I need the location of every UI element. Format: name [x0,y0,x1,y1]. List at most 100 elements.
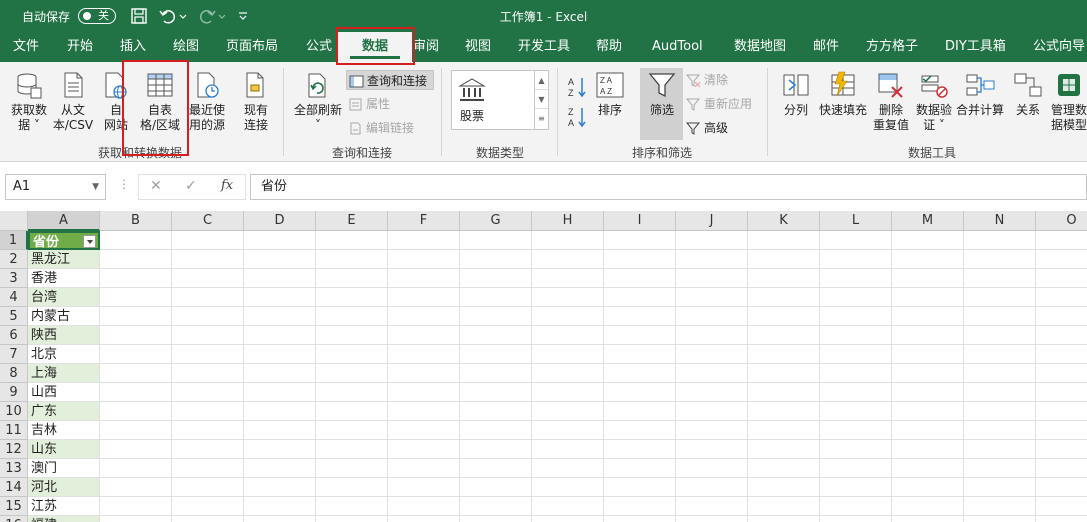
empty-cell[interactable] [100,383,172,402]
empty-cell[interactable] [100,497,172,516]
row-header-6[interactable]: 6 [0,326,28,345]
row-header-1[interactable]: 1 [0,231,28,250]
empty-cell[interactable] [820,326,892,345]
empty-cell[interactable] [100,478,172,497]
row-header-4[interactable]: 4 [0,288,28,307]
empty-cell[interactable] [532,250,604,269]
empty-cell[interactable] [532,288,604,307]
empty-cell[interactable] [100,516,172,522]
empty-cell[interactable] [604,345,676,364]
row-header-13[interactable]: 13 [0,459,28,478]
empty-cell[interactable] [604,440,676,459]
sort-button[interactable]: Z A A Z 排序 [594,70,626,118]
empty-cell[interactable] [460,421,532,440]
empty-cell[interactable] [244,288,316,307]
empty-cell[interactable] [820,345,892,364]
empty-cell[interactable] [748,288,820,307]
table-cell[interactable]: 澳门 [28,459,100,478]
redo-dropdown-icon[interactable] [217,6,227,26]
manage-data-model-button[interactable]: 管理数 据模型 [1049,70,1087,133]
empty-cell[interactable] [532,307,604,326]
table-cell[interactable]: 黑龙江 [28,250,100,269]
empty-cell[interactable] [532,497,604,516]
empty-cell[interactable] [1036,421,1087,440]
empty-cell[interactable] [388,269,460,288]
column-header-l[interactable]: L [820,211,892,231]
empty-cell[interactable] [604,326,676,345]
column-header-a[interactable]: A [28,211,100,231]
empty-cell[interactable] [676,231,748,250]
empty-cell[interactable] [820,250,892,269]
empty-cell[interactable] [316,269,388,288]
empty-cell[interactable] [892,364,964,383]
empty-cell[interactable] [532,326,604,345]
empty-cell[interactable] [172,250,244,269]
empty-cell[interactable] [100,440,172,459]
sort-za-icon[interactable]: ZA [567,106,589,128]
empty-cell[interactable] [316,364,388,383]
advanced-filter-button[interactable]: 高级 [684,118,728,138]
tab-data-map[interactable]: 数据地图 [734,32,786,62]
empty-cell[interactable] [1036,459,1087,478]
empty-cell[interactable] [316,497,388,516]
empty-cell[interactable] [748,307,820,326]
column-header-h[interactable]: H [532,211,604,231]
empty-cell[interactable] [388,231,460,250]
tab-ffcell[interactable]: 方方格子 [866,32,918,62]
empty-cell[interactable] [676,383,748,402]
empty-cell[interactable] [172,269,244,288]
empty-cell[interactable] [388,440,460,459]
empty-cell[interactable] [964,516,1036,522]
empty-cell[interactable] [388,497,460,516]
empty-cell[interactable] [532,231,604,250]
empty-cell[interactable] [892,231,964,250]
properties-button[interactable]: 属性 [346,94,390,114]
empty-cell[interactable] [316,345,388,364]
empty-cell[interactable] [892,497,964,516]
table-cell[interactable]: 山东 [28,440,100,459]
cancel-icon[interactable]: ✕ [150,178,162,194]
empty-cell[interactable] [460,497,532,516]
table-cell[interactable]: 山西 [28,383,100,402]
empty-cell[interactable] [460,307,532,326]
enter-icon[interactable]: ✓ [185,178,197,194]
empty-cell[interactable] [460,478,532,497]
column-header-o[interactable]: O [1036,211,1087,231]
table-cell[interactable]: 上海 [28,364,100,383]
empty-cell[interactable] [388,459,460,478]
empty-cell[interactable] [1036,288,1087,307]
empty-cell[interactable] [244,402,316,421]
undo-icon[interactable] [158,6,178,26]
empty-cell[interactable] [172,345,244,364]
autofilter-dropdown-icon[interactable] [83,235,96,248]
empty-cell[interactable] [316,307,388,326]
empty-cell[interactable] [604,250,676,269]
empty-cell[interactable] [820,421,892,440]
empty-cell[interactable] [316,421,388,440]
insert-function-icon[interactable]: fx [221,178,233,193]
empty-cell[interactable] [316,288,388,307]
empty-cell[interactable] [388,383,460,402]
empty-cell[interactable] [604,307,676,326]
empty-cell[interactable] [388,421,460,440]
table-cell[interactable]: 吉林 [28,421,100,440]
empty-cell[interactable] [100,326,172,345]
table-cell[interactable]: 福建 [28,516,100,522]
gallery-down-icon[interactable]: ▼ [535,90,548,109]
empty-cell[interactable] [316,326,388,345]
column-header-g[interactable]: G [460,211,532,231]
empty-cell[interactable] [892,478,964,497]
empty-cell[interactable] [532,459,604,478]
empty-cell[interactable] [748,383,820,402]
empty-cell[interactable] [316,478,388,497]
empty-cell[interactable] [100,364,172,383]
empty-cell[interactable] [460,288,532,307]
empty-cell[interactable] [1036,516,1087,522]
empty-cell[interactable] [892,516,964,522]
row-header-11[interactable]: 11 [0,421,28,440]
empty-cell[interactable] [388,402,460,421]
empty-cell[interactable] [1036,250,1087,269]
empty-cell[interactable] [1036,364,1087,383]
empty-cell[interactable] [676,307,748,326]
edit-links-button[interactable]: 编辑链接 [346,118,414,138]
